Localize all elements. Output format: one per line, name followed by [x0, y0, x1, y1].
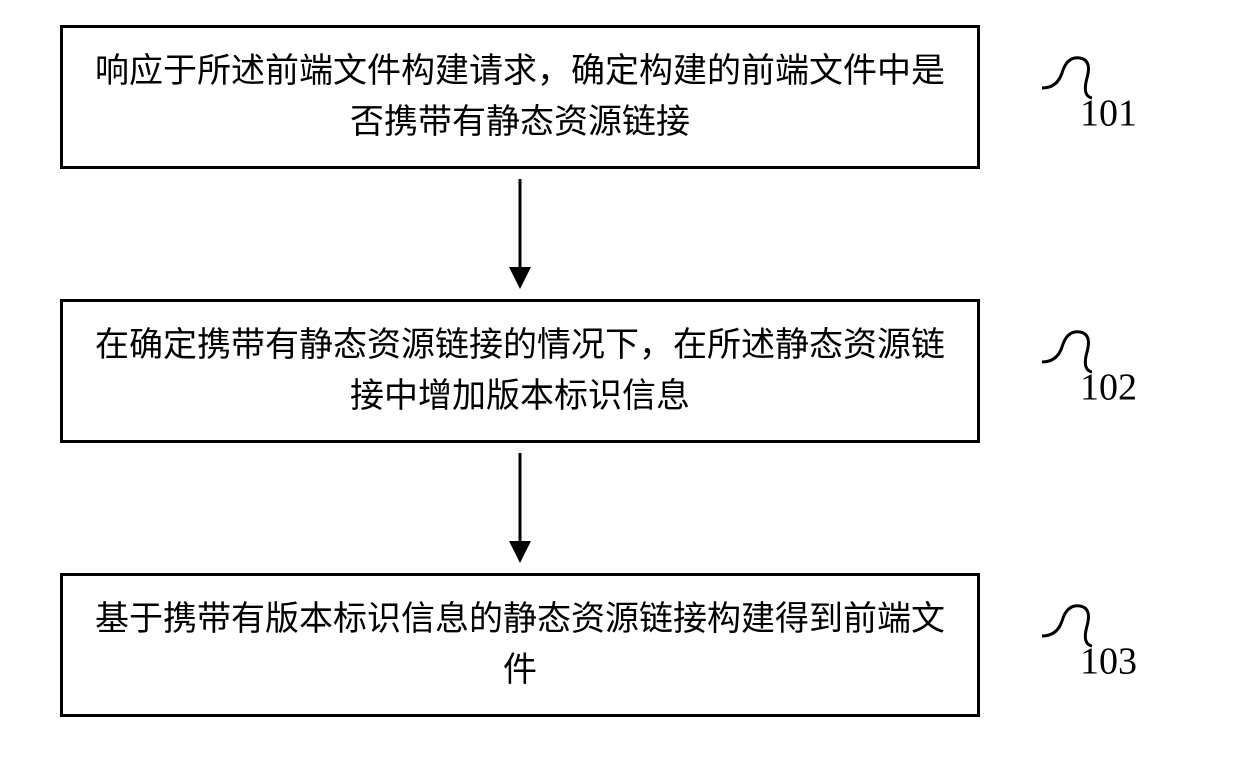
arrow-connector — [60, 169, 980, 299]
step-label: 103 — [1080, 634, 1137, 691]
step-box-101: 响应于所述前端文件构建请求，确定构建的前端文件中是否携带有静态资源链接 101 — [60, 25, 980, 169]
step-box-103: 基于携带有版本标识信息的静态资源链接构建得到前端文件 103 — [60, 573, 980, 717]
arrow-connector — [60, 443, 980, 573]
step-label: 101 — [1080, 86, 1137, 143]
step-text: 基于携带有版本标识信息的静态资源链接构建得到前端文件 — [95, 601, 945, 689]
step-text: 响应于所述前端文件构建请求，确定构建的前端文件中是否携带有静态资源链接 — [95, 53, 945, 141]
step-label: 102 — [1080, 360, 1137, 417]
step-text: 在确定携带有静态资源链接的情况下，在所述静态资源链接中增加版本标识信息 — [95, 327, 945, 415]
flowchart-container: 响应于所述前端文件构建请求，确定构建的前端文件中是否携带有静态资源链接 101 … — [60, 25, 1180, 717]
step-box-102: 在确定携带有静态资源链接的情况下，在所述静态资源链接中增加版本标识信息 102 — [60, 299, 980, 443]
